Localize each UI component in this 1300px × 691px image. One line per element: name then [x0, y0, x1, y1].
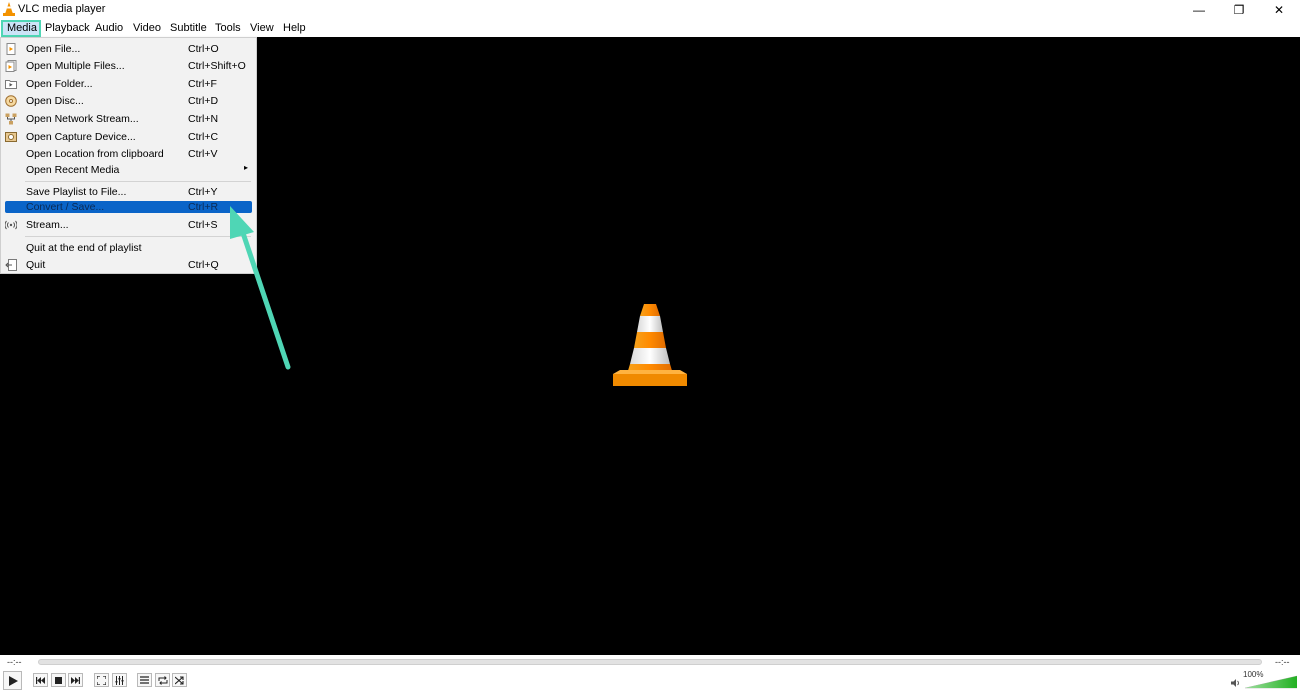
menu-item-shortcut: Ctrl+S	[188, 219, 218, 231]
menu-item-shortcut: Ctrl+Y	[188, 186, 218, 198]
menu-item-label: Open File...	[26, 43, 81, 55]
volume-slider[interactable]	[1245, 674, 1297, 689]
menu-open-capture-device[interactable]: Open Capture Device... Ctrl+C	[1, 129, 256, 145]
vlc-cone-logo	[613, 304, 687, 386]
vlc-app-icon	[3, 2, 15, 16]
menu-item-label: Open Network Stream...	[26, 113, 139, 125]
capture-device-icon	[5, 132, 17, 142]
file-icon	[6, 43, 16, 55]
previous-button[interactable]	[33, 673, 48, 687]
menu-playback[interactable]: Playback	[41, 20, 94, 37]
stop-button[interactable]	[51, 673, 66, 687]
play-button[interactable]	[3, 671, 22, 690]
menu-item-label: Open Folder...	[26, 78, 93, 90]
menu-item-label: Quit at the end of playlist	[26, 242, 142, 254]
menu-separator	[25, 236, 251, 237]
menu-item-shortcut: Ctrl+D	[188, 95, 219, 107]
playlist-button[interactable]	[137, 673, 152, 687]
menu-item-shortcut: Ctrl+V	[188, 148, 218, 160]
menu-item-label: Quit	[26, 259, 46, 271]
menu-item-shortcut: Ctrl+N	[188, 113, 219, 125]
multiple-files-icon	[5, 60, 17, 72]
menu-tools[interactable]: Tools	[211, 20, 245, 37]
extended-settings-button[interactable]	[112, 673, 127, 687]
menu-subtitle[interactable]: Subtitle	[166, 20, 211, 37]
menu-open-disc[interactable]: Open Disc... Ctrl+D	[1, 93, 256, 109]
menu-open-recent-media[interactable]: Open Recent Media ▸	[1, 162, 256, 178]
fullscreen-button[interactable]	[94, 673, 109, 687]
window-title: VLC media player	[18, 3, 106, 15]
menu-view[interactable]: View	[246, 20, 278, 37]
menu-item-label: Convert / Save...	[26, 201, 105, 213]
menu-item-shortcut: Ctrl+Shift+O	[188, 60, 246, 72]
volume-icon[interactable]	[1231, 678, 1241, 688]
quit-icon	[5, 259, 17, 271]
seek-row: --:-- --:--	[0, 655, 1300, 669]
menu-stream[interactable]: Stream... Ctrl+S	[1, 217, 256, 233]
stop-icon	[55, 676, 62, 684]
menu-convert-save[interactable]: Convert / Save... Ctrl+R	[5, 201, 252, 213]
fullscreen-icon	[97, 675, 106, 685]
equalizer-icon	[115, 675, 124, 685]
menu-item-label: Stream...	[26, 219, 69, 231]
menu-quit-at-end-of-playlist[interactable]: Quit at the end of playlist	[1, 240, 256, 256]
loop-icon	[158, 675, 167, 685]
shuffle-button[interactable]	[172, 673, 187, 687]
menu-open-multiple-files[interactable]: Open Multiple Files... Ctrl+Shift+O	[1, 58, 256, 74]
maximize-button[interactable]: ❐	[1219, 0, 1259, 20]
menu-quit[interactable]: Quit Ctrl+Q	[1, 257, 256, 273]
menu-bar: Media Playback Audio Video Subtitle Tool…	[0, 20, 1300, 37]
disc-icon	[5, 95, 17, 107]
menu-open-folder[interactable]: Open Folder... Ctrl+F	[1, 76, 256, 92]
play-icon	[8, 675, 18, 686]
menu-open-file[interactable]: Open File... Ctrl+O	[1, 41, 256, 57]
submenu-arrow-icon: ▸	[244, 163, 249, 172]
menu-save-playlist-to-file[interactable]: Save Playlist to File... Ctrl+Y	[1, 184, 256, 200]
menu-item-label: Open Recent Media	[26, 164, 120, 176]
previous-icon	[36, 676, 45, 684]
playlist-icon	[140, 676, 149, 684]
loop-button[interactable]	[155, 673, 170, 687]
menu-item-label: Open Multiple Files...	[26, 60, 125, 72]
menu-item-label: Save Playlist to File...	[26, 186, 127, 198]
media-dropdown-menu: Open File... Ctrl+O Open Multiple Files.…	[0, 37, 257, 274]
folder-icon	[5, 80, 17, 89]
menu-item-shortcut: Ctrl+R	[188, 201, 219, 213]
menu-open-network-stream[interactable]: Open Network Stream... Ctrl+N	[1, 111, 256, 127]
menu-item-shortcut: Ctrl+Q	[188, 259, 219, 271]
next-icon	[71, 676, 80, 684]
menu-item-shortcut: Ctrl+O	[188, 43, 219, 55]
menu-audio[interactable]: Audio	[91, 20, 127, 37]
close-button[interactable]: ✕	[1259, 0, 1299, 20]
title-bar: VLC media player — ❐ ✕	[0, 0, 1300, 20]
shuffle-icon	[175, 675, 184, 685]
next-button[interactable]	[68, 673, 83, 687]
controls-row: 100%	[0, 669, 1300, 691]
seek-slider[interactable]	[38, 659, 1262, 665]
menu-item-label: Open Location from clipboard	[26, 148, 164, 160]
menu-item-label: Open Disc...	[26, 95, 84, 107]
menu-video[interactable]: Video	[129, 20, 165, 37]
network-icon	[5, 113, 17, 125]
menu-item-shortcut: Ctrl+F	[188, 78, 217, 90]
menu-item-label: Open Capture Device...	[26, 131, 136, 143]
menu-open-location-from-clipboard[interactable]: Open Location from clipboard Ctrl+V	[1, 146, 256, 162]
minimize-button[interactable]: —	[1179, 0, 1219, 20]
menu-help[interactable]: Help	[279, 20, 310, 37]
menu-separator	[25, 181, 251, 182]
elapsed-time: --:--	[7, 657, 22, 667]
menu-item-shortcut: Ctrl+C	[188, 131, 219, 143]
stream-icon	[5, 220, 17, 230]
menu-media[interactable]: Media	[1, 20, 41, 37]
total-time: --:--	[1275, 657, 1290, 667]
